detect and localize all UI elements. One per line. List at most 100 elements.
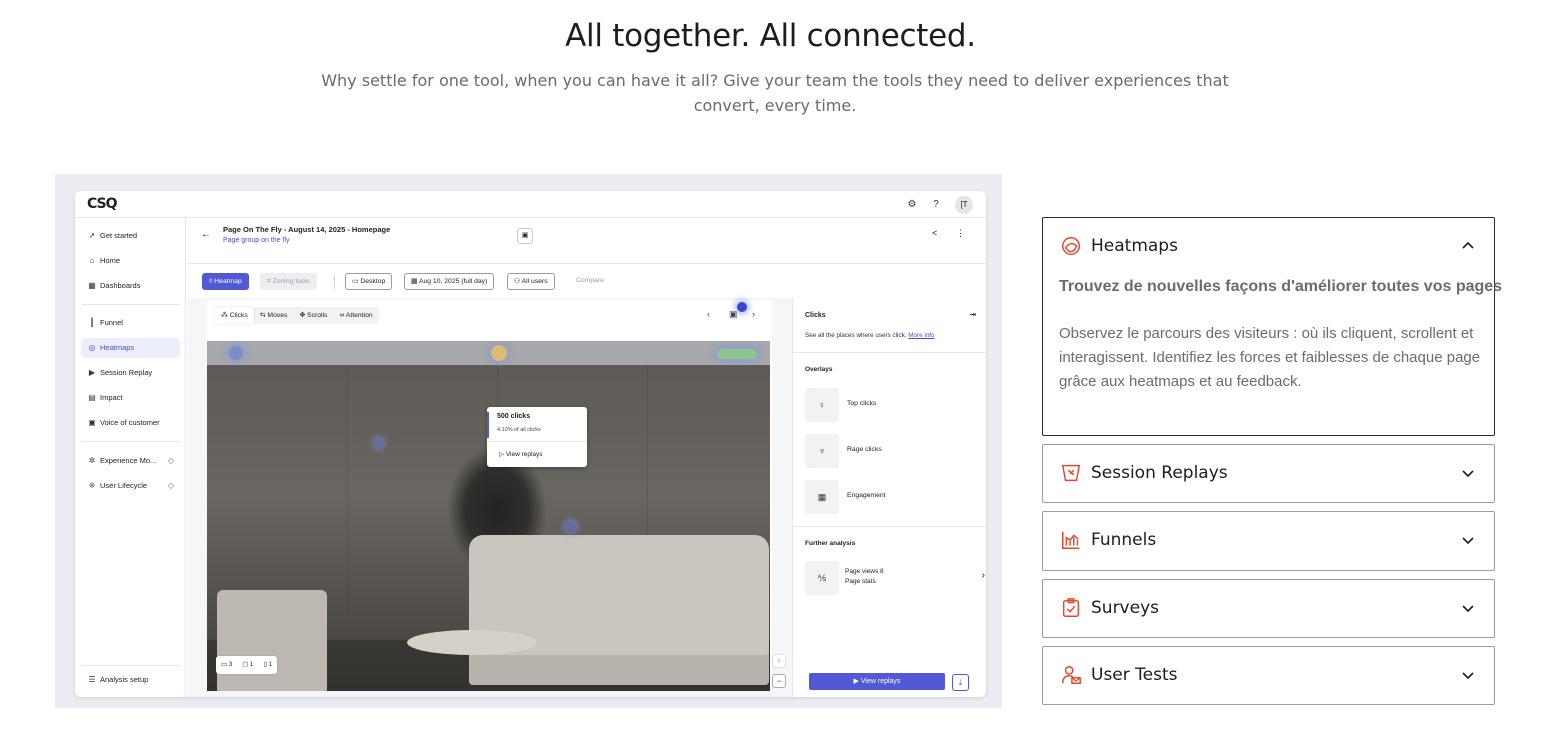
toolbar-separator	[334, 275, 335, 289]
sidebar-item-label: Get started	[100, 231, 138, 240]
back-arrow-icon[interactable]: ←	[201, 229, 211, 240]
sidebar-item-experience-monitoring[interactable]: ✲ Experience Mo... ◇	[81, 451, 180, 471]
accordion-user-tests[interactable]: User Tests	[1042, 646, 1495, 705]
preview-header	[207, 341, 770, 365]
sidebar-item-analysis-setup[interactable]: ☰ Analysis setup	[81, 670, 180, 690]
more-info-link[interactable]: More info	[908, 332, 934, 339]
next-icon[interactable]: ›	[752, 309, 755, 319]
popup-accent	[487, 412, 489, 438]
users-filter-label: All users	[521, 278, 548, 285]
session-replays-icon	[1061, 464, 1081, 482]
accordion-surveys-header[interactable]: Surveys	[1043, 580, 1494, 638]
more-options-icon[interactable]: ⋮	[956, 228, 965, 239]
sidebar-item-dashboards[interactable]: ▦ Dashboards	[81, 276, 180, 296]
sidebar-item-impact[interactable]: ▤ Impact	[81, 388, 180, 408]
sidebar-item-session-replay[interactable]: ▶ Session Replay	[81, 363, 180, 383]
tab-scrolls[interactable]: ✥ Scrolls	[293, 307, 333, 324]
wall-seam	[347, 365, 348, 615]
zoom-out-button[interactable]: −	[772, 674, 786, 688]
device-filter[interactable]: ▭ Desktop	[345, 273, 393, 290]
share-icon[interactable]: <	[932, 228, 937, 238]
sidebar-item-heatmaps[interactable]: ◎ Heatmaps	[81, 338, 180, 358]
replay-icon: ▶	[88, 368, 96, 377]
click-popup: 500 clicks 4.10% of all clicks ▷ View re…	[487, 407, 587, 467]
voice-icon: ▣	[88, 418, 96, 427]
accordion-heatmaps: Heatmaps Trouvez de nouvelles façons d'a…	[1042, 217, 1502, 436]
page-preview: 500 clicks 4.10% of all clicks ▷ View re…	[207, 341, 770, 691]
tablet-count-value: 1	[249, 661, 254, 668]
sidebar-item-label: Analysis setup	[100, 675, 149, 684]
viewer-tabs: ⁂ Clicks ⇆ Moves ✥ Scrolls ∞ Attention	[215, 307, 379, 324]
accordion-session-replays-header[interactable]: Session Replays	[1043, 445, 1494, 503]
popup-view-replays[interactable]: ▷ View replays	[499, 450, 543, 458]
overlay-label: Rage clicks	[847, 446, 882, 453]
sidebar-item-funnel[interactable]: ┃ Funnel	[81, 313, 180, 333]
click-hotspot	[737, 302, 747, 312]
product-screenshot: CSQ ⚙ ? [T ➚ Get started ⌂ Home ▦ Dashboard…	[55, 174, 1002, 708]
accordion-surveys[interactable]: Surveys	[1042, 579, 1495, 638]
heatmap-mode-button[interactable]: ◊ Heatmap	[202, 273, 249, 290]
sidebar-item-home[interactable]: ⌂ Home	[81, 251, 180, 271]
sidebar-item-get-started[interactable]: ➚ Get started	[81, 226, 180, 246]
page-stats-text: Page stats	[845, 578, 876, 585]
page-stats-icon: ⅍	[805, 561, 839, 595]
dashboard-icon: ▦	[88, 281, 96, 290]
screenshot-icon[interactable]: ▣	[517, 228, 533, 244]
zoning-tools-button[interactable]: ⌗ Zoning tools	[260, 273, 317, 290]
avatar[interactable]: [T	[955, 196, 973, 214]
accordion-user-tests-header[interactable]: User Tests	[1043, 647, 1494, 705]
page-views-text: Page views 8	[845, 568, 884, 575]
heatmap-mode-label: Heatmap	[214, 278, 242, 285]
sidebar-divider	[81, 304, 180, 305]
top-clicks-icon: ♀	[805, 388, 839, 422]
page-stats-link[interactable]: ⅍ Page views 8 Page stats ›	[805, 561, 985, 595]
clicks-panel-title: Clicks	[805, 312, 826, 319]
zoom-in-button[interactable]: +	[772, 654, 786, 668]
accordion-funnels[interactable]: Funnels	[1042, 511, 1495, 571]
overlay-rage-clicks[interactable]: ♆ Rage clicks	[805, 434, 985, 468]
sidebar-item-user-lifecycle[interactable]: ⁜ User Lifecycle ◇	[81, 476, 180, 496]
download-icon[interactable]: ⤓	[952, 674, 969, 691]
users-filter[interactable]: ⚇ All users	[507, 273, 555, 290]
plug-icon[interactable]: ⚙	[904, 197, 920, 213]
tab-clicks[interactable]: ⁂ Clicks	[215, 307, 254, 324]
zoning-tools-label: Zoning tools	[272, 278, 310, 285]
accordion-title: Heatmaps	[1091, 236, 1178, 256]
overlay-top-clicks[interactable]: ♀ Top clicks	[805, 388, 985, 422]
click-hotspot	[375, 439, 383, 447]
chevron-down-icon	[1462, 672, 1474, 680]
page-title: Page On The Fly - August 14, 2025 - Home…	[223, 225, 391, 234]
clicks-panel-desc: See all the places where users click. Mo…	[805, 332, 935, 339]
section-title: All together. All connected.	[565, 18, 976, 54]
accordion-session-replays[interactable]: Session Replays	[1042, 444, 1495, 503]
collapse-panel-icon[interactable]: ⇥	[969, 310, 976, 319]
camera-icon[interactable]: ▣	[729, 309, 738, 320]
popup-divider	[487, 441, 587, 442]
overlays-title: Overlays	[805, 366, 833, 373]
accordion-heatmaps-header[interactable]: Heatmaps	[1043, 218, 1494, 276]
tab-attention[interactable]: ∞ Attention	[333, 307, 378, 324]
tab-attention-label: Attention	[345, 312, 373, 319]
view-replays-button[interactable]: ▶ View replays	[809, 673, 945, 690]
popup-view-replays-label: View replays	[505, 451, 543, 458]
overlay-engagement[interactable]: ▦ Engagement	[805, 480, 985, 514]
tab-moves[interactable]: ⇆ Moves	[254, 307, 294, 324]
sidebar-item-label: Dashboards	[100, 281, 141, 290]
accordion-title: User Tests	[1091, 665, 1178, 685]
sidebar-item-label: Experience Mo...	[100, 456, 157, 465]
bug-icon: ✲	[88, 456, 96, 465]
click-hotspot	[229, 346, 243, 360]
date-filter[interactable]: ▦ Aug 10, 2025 (full day)	[404, 273, 495, 290]
app-main: ← Page On The Fly - August 14, 2025 - Ho…	[187, 218, 986, 697]
accordion-funnels-header[interactable]: Funnels	[1043, 512, 1494, 570]
sidebar-item-voice-of-customer[interactable]: ▣ Voice of customer	[81, 413, 180, 433]
mobile-count-value: 1	[268, 661, 273, 668]
device-counts: ▭ 3 ▢ 1 ▯ 1	[216, 656, 278, 674]
help-icon[interactable]: ?	[928, 197, 944, 213]
compare-button[interactable]: Compare	[570, 273, 610, 290]
funnels-icon	[1062, 531, 1080, 549]
page-group-link[interactable]: Page group on the fly	[223, 237, 290, 244]
heatmap-icon: ◎	[88, 343, 96, 352]
chevron-right-icon: ›	[981, 570, 985, 581]
prev-icon[interactable]: ‹	[707, 309, 710, 319]
